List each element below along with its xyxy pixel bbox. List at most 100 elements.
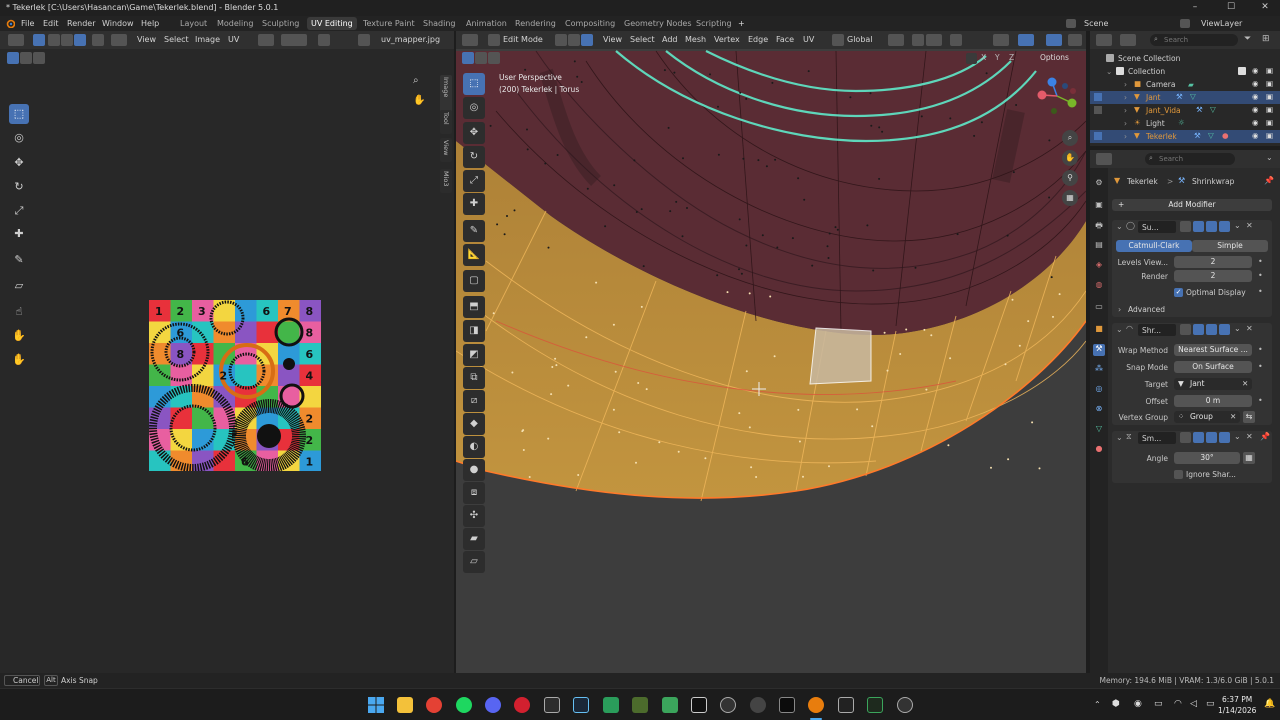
realtime-display-icon[interactable] xyxy=(1206,324,1217,335)
expand-arrow-icon[interactable]: › xyxy=(1124,132,1127,141)
annotate-tool-icon[interactable]: ✎ xyxy=(9,250,29,270)
proportional-editing-icon[interactable] xyxy=(950,34,962,46)
edit-mode-icon[interactable] xyxy=(488,34,500,46)
vp-select-subtract-icon[interactable] xyxy=(488,52,500,64)
workspace-tab-layout[interactable]: Layout xyxy=(180,19,207,28)
island-select-icon[interactable] xyxy=(92,34,104,46)
tray-display-icon[interactable]: ▭ xyxy=(1154,699,1163,709)
input-attribute-toggle-icon[interactable]: ▦ xyxy=(1243,452,1255,464)
terminal-icon[interactable] xyxy=(779,697,795,713)
snap-mode-dropdown[interactable]: On Surface xyxy=(1174,361,1252,373)
shrinkwrap-modifier-header[interactable]: ⌄ ◠ Shr... ⌄ ✕ xyxy=(1112,323,1272,337)
orientation-icon[interactable] xyxy=(832,34,844,46)
uv-texture-image[interactable]: 1 2 3 6 7 86 88 62 4226 1 xyxy=(149,300,321,471)
smooth-tool-icon[interactable]: ● xyxy=(463,459,485,481)
mirror-icon[interactable] xyxy=(966,53,977,64)
edge-select-icon[interactable] xyxy=(61,34,73,46)
grab-tool-icon[interactable]: ☝ xyxy=(9,302,29,322)
keyframe-dot-icon[interactable]: • xyxy=(1258,362,1263,371)
menu-file[interactable]: File xyxy=(21,19,34,28)
outliner-row-jant-vida[interactable]: › ▼ Jant_Vida ⚒ ▽ ◉ ▣ xyxy=(1090,104,1280,117)
catmull-clark-option[interactable]: Catmull-Clark xyxy=(1116,240,1192,252)
edge-mode-icon[interactable] xyxy=(568,34,580,46)
vp-transform-tool-icon[interactable]: ✚ xyxy=(463,193,485,215)
wifi-icon[interactable]: ◠ xyxy=(1174,699,1182,709)
axis-y-toggle[interactable]: Y xyxy=(995,53,1000,62)
battery-icon[interactable]: ▭ xyxy=(1206,699,1215,709)
add-modifier-button[interactable]: + Add Modifier xyxy=(1112,199,1272,211)
filter-icon[interactable]: ⏷ xyxy=(1244,34,1251,44)
menu-window[interactable]: Window xyxy=(102,19,134,28)
viewport-menu-mesh[interactable]: Mesh xyxy=(685,35,706,44)
record-app-icon[interactable] xyxy=(514,697,530,713)
workspace-tab-rendering[interactable]: Rendering xyxy=(515,19,556,28)
settings-app-icon[interactable] xyxy=(750,697,766,713)
render-levels-field[interactable]: 2 xyxy=(1174,270,1252,282)
edit-mode-cage-icon[interactable] xyxy=(1180,432,1191,443)
eye-icon[interactable]: ◉ xyxy=(1252,79,1259,88)
bevel-tool-icon[interactable]: ◩ xyxy=(463,344,485,366)
select-mode-subtract-icon[interactable] xyxy=(33,52,45,64)
new-collection-icon[interactable]: ⊞ xyxy=(1262,34,1270,44)
subdivision-modifier-header[interactable]: ⌄ ◯ Su... ⌄ ✕ xyxy=(1112,220,1272,234)
mode-selector[interactable]: Edit Mode xyxy=(503,35,543,44)
rip-region-tool-icon[interactable]: ▱ xyxy=(463,551,485,573)
unity-icon[interactable] xyxy=(720,697,736,713)
outliner-row-collection[interactable]: ⌄ Collection ◉ ▣ xyxy=(1090,65,1280,78)
uv-menu-uv[interactable]: UV xyxy=(228,35,239,44)
workspace-tab-shading[interactable]: Shading xyxy=(423,19,456,28)
modifier-name-field[interactable]: Su... xyxy=(1138,221,1176,233)
select-mode-extend-icon[interactable] xyxy=(20,52,32,64)
remove-modifier-icon[interactable]: ✕ xyxy=(1246,324,1253,333)
spin-tool-icon[interactable]: ◐ xyxy=(463,436,485,458)
snap-toggle-icon[interactable] xyxy=(912,34,924,46)
edit-mode-object-icon[interactable] xyxy=(1094,132,1102,140)
pivot-icon[interactable] xyxy=(258,34,274,46)
vertex-group-field[interactable]: ⁘ Group ✕ xyxy=(1174,411,1240,423)
collection-tab-icon[interactable]: ▭ xyxy=(1093,302,1105,314)
cursor-tool-icon[interactable]: ◎ xyxy=(9,128,29,148)
rip-tool-icon[interactable]: ▱ xyxy=(9,276,29,296)
advanced-subpanel[interactable]: Advanced xyxy=(1128,305,1165,314)
gizmo-icon[interactable] xyxy=(1018,34,1034,46)
eye-icon[interactable]: ◉ xyxy=(1252,66,1259,75)
eye-icon[interactable]: ◉ xyxy=(1252,131,1259,140)
orientation-selector[interactable]: Global xyxy=(847,35,873,44)
pinch-tool-icon[interactable]: ✋ xyxy=(9,350,29,370)
side-tab-tool[interactable]: Tool xyxy=(440,110,452,134)
visibility-icon[interactable] xyxy=(993,34,1009,46)
properties-type-icon[interactable] xyxy=(1096,153,1112,165)
scene-selector[interactable]: Scene xyxy=(1084,19,1108,28)
overlay-icon[interactable] xyxy=(1046,34,1062,46)
particles-tab-icon[interactable]: ⁂ xyxy=(1093,364,1105,376)
shrink-fatten-tool-icon[interactable]: ✣ xyxy=(463,505,485,527)
levels-viewport-field[interactable]: 2 xyxy=(1174,256,1252,268)
vectorizer-app-icon[interactable] xyxy=(691,697,707,713)
expand-arrow-icon[interactable]: › xyxy=(1124,119,1127,128)
ortho-toggle-icon[interactable]: ▦ xyxy=(1062,190,1078,206)
advanced-expand-icon[interactable]: › xyxy=(1118,305,1121,314)
viewport-menu-select[interactable]: Select xyxy=(630,35,655,44)
workspace-tab-modeling[interactable]: Modeling xyxy=(217,19,253,28)
modifier-name-field[interactable]: Shr... xyxy=(1138,324,1176,336)
viewport-menu-add[interactable]: Add xyxy=(662,35,678,44)
vp-select-tool-icon[interactable]: ⬚ xyxy=(463,73,485,95)
camera-render-icon[interactable]: ▣ xyxy=(1266,131,1273,140)
pin-icon[interactable]: 📌 xyxy=(1264,176,1274,185)
scene-tab-icon[interactable]: ◈ xyxy=(1093,260,1105,272)
properties-options-icon[interactable]: ⌄ xyxy=(1266,153,1273,162)
render-display-icon[interactable] xyxy=(1219,432,1230,443)
outliner-row-camera[interactable]: › ■ Camera ▰ ◉ ▣ xyxy=(1090,78,1280,91)
vp-add-cube-tool-icon[interactable]: ▢ xyxy=(463,270,485,292)
menu-render[interactable]: Render xyxy=(67,19,95,28)
data-tab-icon[interactable]: ▽ xyxy=(1093,424,1105,436)
drawing-app-icon[interactable] xyxy=(544,697,560,713)
uv-menu-select[interactable]: Select xyxy=(164,35,189,44)
proportional-edit-icon[interactable] xyxy=(318,34,330,46)
pan-view-icon[interactable]: ✋ xyxy=(1062,150,1078,166)
realtime-display-icon[interactable] xyxy=(1206,221,1217,232)
close-button[interactable]: ✕ xyxy=(1254,2,1276,14)
clear-target-icon[interactable]: ✕ xyxy=(1242,378,1248,390)
navigation-gizmo[interactable] xyxy=(1034,73,1080,119)
android-app-icon[interactable] xyxy=(662,697,678,713)
